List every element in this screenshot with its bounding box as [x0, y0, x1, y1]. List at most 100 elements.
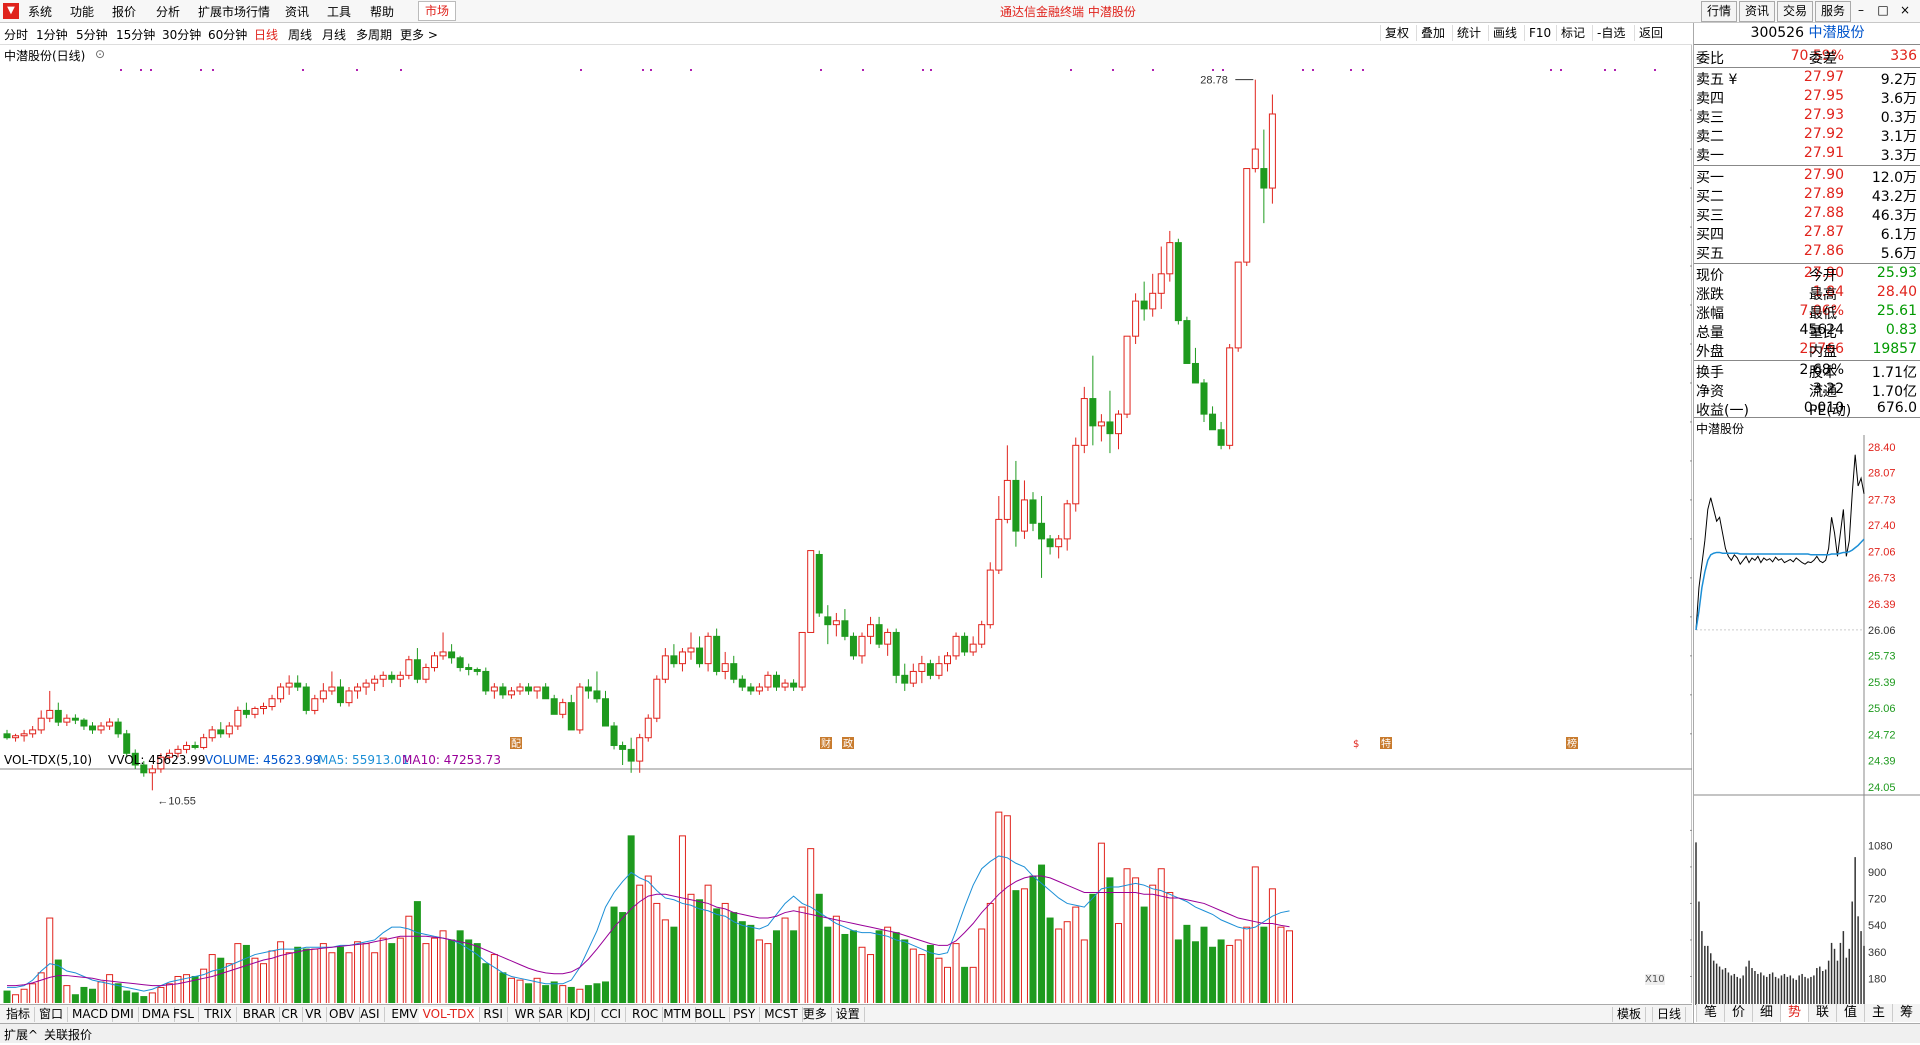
menu-item-quote[interactable]: 报价	[112, 3, 136, 20]
indicator-tab-obv[interactable]: OBV	[325, 1007, 360, 1022]
indicator-tab-fsl[interactable]: FSL	[169, 1007, 199, 1022]
buy-level-price[interactable]: 27.89	[1764, 186, 1844, 202]
minimize-icon[interactable]: –	[1850, 2, 1872, 19]
close-icon[interactable]: ×	[1894, 2, 1916, 19]
menu-item-help[interactable]: 帮助	[370, 3, 394, 20]
detail-tab-4[interactable]: 联	[1808, 1004, 1836, 1022]
indicator-tab-psy[interactable]: PSY	[729, 1007, 761, 1022]
candle-body	[405, 659, 413, 676]
event-marker[interactable]: $	[1352, 737, 1364, 750]
tool-overlay[interactable]: 叠加	[1416, 25, 1449, 41]
menu-item-function[interactable]: 功能	[70, 3, 94, 20]
indicator-tab-dmi[interactable]: DMI	[107, 1007, 139, 1022]
indicator-tab-更多[interactable]: 更多	[799, 1007, 832, 1022]
sell-level-price[interactable]: 27.91	[1764, 145, 1844, 161]
event-marker[interactable]: 政	[842, 737, 854, 750]
status-related-quotes[interactable]: 关联报价	[44, 1026, 92, 1043]
period-15min[interactable]: 15分钟	[116, 26, 155, 43]
volume-bar	[969, 966, 977, 1003]
indicator-tab-rsi[interactable]: RSI	[479, 1007, 508, 1022]
maximize-icon[interactable]: □	[1872, 2, 1894, 19]
menu-item-tools[interactable]: 工具	[327, 3, 351, 20]
tool-draw[interactable]: 画线	[1488, 25, 1521, 41]
event-marker[interactable]: 特	[1380, 737, 1392, 750]
sell-level-volume: 3.1万	[1880, 129, 1917, 145]
indicator-tab-brar[interactable]: BRAR	[239, 1007, 281, 1022]
menu-item-analysis[interactable]: 分析	[156, 3, 180, 20]
indicator-tab-设置[interactable]: 设置	[832, 1007, 865, 1022]
detail-tab-2[interactable]: 细	[1752, 1004, 1780, 1022]
sell-level-price[interactable]: 27.97	[1764, 69, 1844, 85]
menu-item-ext-market[interactable]: 扩展市场行情	[198, 3, 270, 20]
stat-value: 28.40	[1876, 284, 1917, 300]
buy-level-price[interactable]: 27.86	[1764, 243, 1844, 259]
intraday-chart[interactable]: 28.40 28.07 27.73 27.40 27.06 26.73 26.39 26.06…	[1694, 435, 1920, 1005]
detail-tab-3[interactable]: 势	[1780, 1004, 1808, 1022]
daily-button[interactable]: 日线	[1652, 1007, 1687, 1022]
tool-statistics[interactable]: 统计	[1452, 25, 1485, 41]
period-weekly[interactable]: 周线	[288, 26, 312, 43]
top-button-trade[interactable]: 交易	[1777, 1, 1814, 22]
kline-dropdown-icon[interactable]: ⊙	[95, 47, 105, 61]
detail-tab-6[interactable]: 主	[1864, 1004, 1892, 1022]
period-monthly[interactable]: 月线	[322, 26, 346, 43]
period-more[interactable]: 更多 >	[400, 26, 438, 43]
volume-bar	[413, 901, 421, 1003]
detail-tab-7[interactable]: 筹	[1892, 1004, 1920, 1022]
indicator-tab-trix[interactable]: TRIX	[200, 1007, 237, 1022]
indicator-tab-kdj[interactable]: KDJ	[566, 1007, 596, 1022]
tool-adjust[interactable]: 复权	[1380, 25, 1413, 41]
top-button-service[interactable]: 服务	[1815, 1, 1852, 22]
tool-mark[interactable]: 标记	[1556, 25, 1589, 41]
indicator-tab-roc[interactable]: ROC	[628, 1007, 664, 1022]
detail-tab-5[interactable]: 值	[1836, 1004, 1864, 1022]
mini-price-tick: 25.39	[1868, 677, 1896, 689]
indicator-tab-vr[interactable]: VR	[301, 1007, 327, 1022]
period-30min[interactable]: 30分钟	[162, 26, 201, 43]
indicator-tab-sar[interactable]: SAR	[534, 1007, 568, 1022]
candle-body	[738, 678, 746, 688]
menu-item-system[interactable]: 系统	[28, 3, 52, 20]
tool-back[interactable]: 返回	[1634, 25, 1667, 41]
tool-f10[interactable]: F10	[1524, 25, 1555, 41]
candle-body	[755, 686, 763, 692]
app-logo-icon[interactable]: ▼	[3, 3, 19, 19]
period-1min[interactable]: 1分钟	[36, 26, 68, 43]
event-marker[interactable]: 配	[510, 737, 522, 750]
kline-chart[interactable]: 28.0027.0026.0025.0024.0023.0022.0021.00…	[0, 45, 1692, 1003]
indicator-tab-emv[interactable]: EMV	[387, 1007, 423, 1022]
menu-item-news[interactable]: 资讯	[285, 3, 309, 20]
indicator-tab-窗口[interactable]: 窗口	[35, 1007, 69, 1022]
template-button[interactable]: 模板	[1612, 1007, 1647, 1022]
tool-favorites[interactable]: -自选	[1592, 25, 1629, 41]
mini-price-tick: 24.72	[1868, 730, 1896, 742]
sell-level-price[interactable]: 27.92	[1764, 126, 1844, 142]
detail-tab-1[interactable]: 价	[1724, 1004, 1752, 1022]
sell-level-price[interactable]: 27.95	[1764, 88, 1844, 104]
indicator-tab-指标[interactable]: 指标	[2, 1007, 36, 1022]
status-expand[interactable]: 扩展^	[4, 1026, 38, 1043]
buy-level-price[interactable]: 27.90	[1764, 167, 1844, 183]
period-daily[interactable]: 日线	[254, 26, 278, 43]
buy-level-price[interactable]: 27.87	[1764, 224, 1844, 240]
event-marker[interactable]: 财	[820, 737, 832, 750]
indicator-tab-cci[interactable]: CCI	[597, 1007, 627, 1022]
detail-tab-0[interactable]: 笔	[1696, 1004, 1724, 1022]
menu-item-market[interactable]: 市场	[418, 1, 457, 21]
period-5min[interactable]: 5分钟	[76, 26, 108, 43]
indicator-tab-mcst[interactable]: MCST	[760, 1007, 803, 1022]
top-button-quotes[interactable]: 行情	[1701, 1, 1738, 22]
candle-body	[824, 616, 832, 626]
indicator-tab-asi[interactable]: ASI	[356, 1007, 385, 1022]
fundamental-row: 换手 2.68% 股本 1.71亿	[1694, 362, 1920, 381]
indicator-tab-vol-tdx[interactable]: VOL-TDX	[418, 1007, 480, 1022]
period-60min[interactable]: 60分钟	[208, 26, 247, 43]
indicator-tab-boll[interactable]: BOLL	[690, 1007, 731, 1022]
period-timeshare[interactable]: 分时	[4, 26, 28, 43]
period-multi[interactable]: 多周期	[356, 26, 392, 43]
buy-level-price[interactable]: 27.88	[1764, 205, 1844, 221]
indicator-tab-cr[interactable]: CR	[277, 1007, 304, 1022]
sell-level-price[interactable]: 27.93	[1764, 107, 1844, 123]
top-button-news[interactable]: 资讯	[1739, 1, 1776, 22]
event-marker[interactable]: 榜	[1566, 737, 1578, 750]
